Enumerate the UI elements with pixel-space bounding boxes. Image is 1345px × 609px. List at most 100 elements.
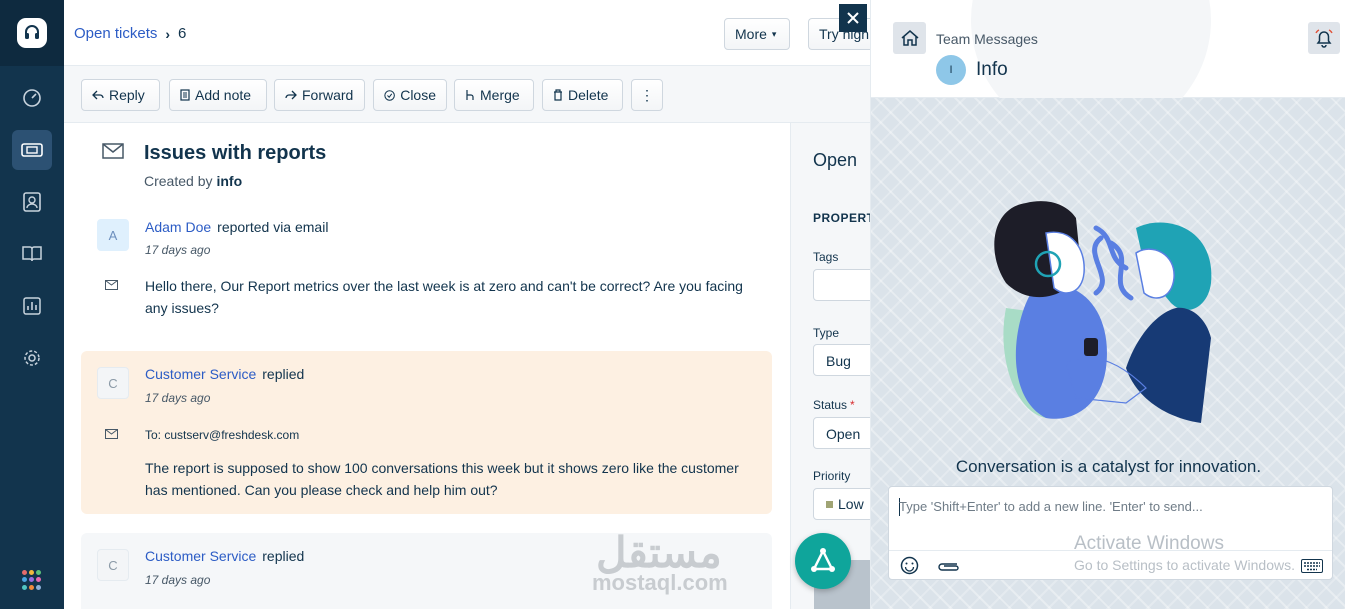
header-decor: [971, 0, 1211, 98]
type-select[interactable]: Bug: [813, 344, 870, 376]
kebab-icon: ⋮: [640, 87, 654, 103]
merge-icon: [466, 90, 474, 100]
page-header: Open tickets › 6 More ▾ Try high: [64, 0, 872, 66]
breadcrumb-open-tickets[interactable]: Open tickets: [74, 25, 157, 42]
ticket-toolbar: Reply Add note Forward Close Merge Delet…: [64, 66, 870, 123]
message-action: replied: [262, 366, 305, 382]
message-body: The report is supposed to show 100 conve…: [145, 460, 739, 498]
nav-tickets[interactable]: [12, 130, 52, 170]
chevron-right-icon: ›: [165, 25, 171, 42]
book-icon: [22, 246, 42, 262]
chat-tagline: Conversation is a catalyst for innovatio…: [955, 457, 1262, 476]
team-messages-title: Team Messages: [936, 31, 1038, 47]
team-messages-panel: Team Messages I Info Conversation is a c…: [870, 0, 1345, 609]
reports-icon: [23, 297, 41, 315]
message-author: Adam Doe reported via email: [145, 219, 328, 235]
priority-label: Priority: [813, 469, 851, 483]
message-time: 17 days ago: [145, 391, 211, 405]
message-author: Customer Service replied: [145, 366, 304, 382]
mostaql-watermark: مستقل mostaql.com: [590, 528, 760, 598]
keyboard-icon[interactable]: [1301, 559, 1323, 573]
watermark-latin: mostaql.com: [592, 570, 728, 595]
conversation-illustration: [994, 201, 1212, 423]
created-by: Created by info: [144, 173, 242, 189]
priority-value: Low: [838, 496, 864, 512]
home-icon: [901, 30, 918, 46]
more-button[interactable]: More ▾: [724, 18, 790, 50]
status-heading: Open: [813, 150, 858, 170]
check-circle-icon: [384, 89, 395, 101]
envelope-icon: [105, 280, 118, 290]
bell-icon: [1315, 29, 1333, 48]
message-author: Customer Service replied: [145, 548, 304, 564]
envelope-icon: [102, 143, 124, 159]
headset-icon: [25, 25, 39, 39]
author-name[interactable]: Customer Service: [145, 366, 256, 382]
close-panel-button[interactable]: [839, 4, 867, 32]
apps-grid-icon[interactable]: [22, 570, 42, 590]
emoji-icon[interactable]: [900, 556, 919, 575]
status-label: Status *: [813, 398, 855, 412]
ticket-subject: Issues with reports: [144, 142, 327, 164]
conversation-pane: Issues with reports Created by info A Ada…: [64, 123, 790, 609]
more-label: More: [735, 26, 767, 42]
ticket-icon: [21, 143, 43, 157]
logo[interactable]: [0, 0, 64, 66]
add-note-button[interactable]: Add note: [169, 79, 267, 111]
message-time: 17 days ago: [145, 573, 211, 587]
message-time: 17 days ago: [145, 243, 211, 257]
composer-placeholder[interactable]: Type 'Shift+Enter' to add a new line. 'E…: [899, 499, 1203, 514]
tags-input[interactable]: [813, 269, 870, 301]
activate-windows-subtitle: Go to Settings to activate Windows.: [1074, 557, 1295, 573]
reply-button[interactable]: Reply: [81, 79, 160, 111]
activate-windows-title: Activate Windows: [1074, 533, 1224, 554]
nav-knowledge-base[interactable]: [12, 234, 52, 274]
channel-name: Info: [976, 59, 1008, 80]
breadcrumb-ticket-number: 6: [178, 25, 187, 42]
delete-button[interactable]: Delete: [542, 79, 623, 111]
nav-settings[interactable]: [12, 338, 52, 378]
message-action: reported via email: [217, 219, 329, 235]
required-mark: *: [850, 398, 855, 412]
team-messages-header: Team Messages I Info: [871, 0, 1345, 98]
home-button[interactable]: [893, 22, 926, 54]
merge-label: Merge: [480, 87, 520, 103]
note-icon: [180, 89, 190, 101]
add-note-label: Add note: [195, 87, 252, 103]
priority-select[interactable]: Low: [813, 488, 870, 520]
gear-icon: [24, 350, 40, 366]
nav-dashboard[interactable]: [12, 78, 52, 118]
reply-label: Reply: [109, 87, 145, 103]
more-actions-button[interactable]: ⋮: [631, 79, 663, 111]
avatar: C: [97, 549, 129, 581]
properties-heading: PROPERTI: [813, 211, 870, 225]
status-select[interactable]: Open: [813, 417, 870, 449]
close-ticket-button[interactable]: Close: [373, 79, 447, 111]
status-label-text: Status: [813, 398, 848, 412]
reply-card: C Customer Service replied 17 days ago To…: [81, 351, 772, 514]
merge-button[interactable]: Merge: [454, 79, 534, 111]
left-nav: [0, 0, 64, 609]
close-label: Close: [400, 87, 436, 103]
type-label: Type: [813, 326, 840, 340]
avatar: C: [97, 367, 129, 399]
paperclip-icon[interactable]: [937, 560, 961, 572]
message-body: Hello there, Our Report metrics over the…: [145, 278, 743, 316]
nav-reports[interactable]: [12, 286, 52, 326]
reply-icon: [92, 90, 104, 100]
message-action: replied: [262, 548, 305, 564]
notifications-button[interactable]: [1308, 22, 1340, 54]
close-icon: [847, 12, 859, 24]
bot-button[interactable]: [795, 533, 851, 589]
trash-icon: [554, 89, 562, 101]
channel-avatar: I: [936, 55, 966, 85]
author-name[interactable]: Adam Doe: [145, 219, 211, 235]
forward-label: Forward: [302, 87, 354, 103]
avatar: A: [97, 219, 129, 251]
chevron-down-icon: ▾: [771, 28, 777, 39]
nav-contacts[interactable]: [12, 182, 52, 222]
breadcrumb: Open tickets › 6: [74, 25, 186, 42]
app-window: Open tickets › 6 More ▾ Try high Reply A…: [0, 0, 1345, 609]
author-name[interactable]: Customer Service: [145, 548, 256, 564]
forward-button[interactable]: Forward: [274, 79, 365, 111]
